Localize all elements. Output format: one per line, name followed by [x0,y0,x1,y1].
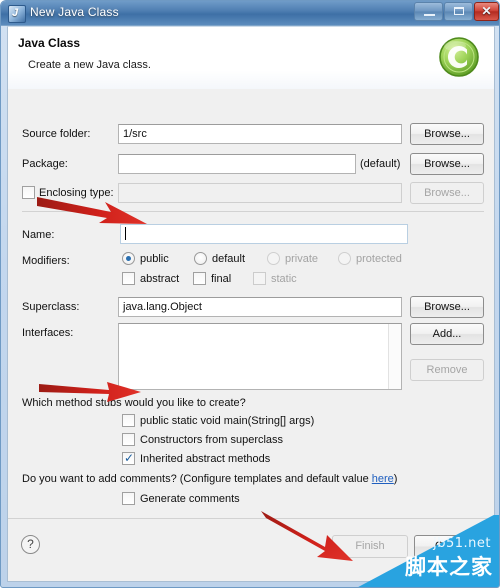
modifier-radio-default[interactable] [194,252,207,265]
name-input[interactable] [120,224,408,244]
dialog-client: Java Class Create a new Java class. Sour… [7,26,495,582]
name-label: Name: [22,229,55,241]
enclosing-type-checkbox[interactable] [22,186,35,199]
interfaces-list[interactable] [118,323,402,390]
stub-checkbox-constructors[interactable] [122,433,135,446]
source-folder-browse-button[interactable]: Browse... [410,123,484,145]
checkmark-icon: ✓ [124,451,135,465]
dialog-window: J New Java Class ✕ Java Class Create a n… [0,0,500,588]
enclosing-type-label: Enclosing type: [39,187,114,199]
minimize-icon [424,14,435,16]
interfaces-remove-button: Remove [410,359,484,381]
stub-label-inherited-abstract: Inherited abstract methods [140,453,271,465]
package-label: Package: [22,158,68,170]
close-button[interactable]: ✕ [474,2,499,21]
radio-selected-dot [126,256,131,261]
modifier-label-protected: protected [356,253,402,265]
modifier-label-static: static [271,273,297,285]
modifier-radio-protected [338,252,351,265]
interfaces-list-scrollbar[interactable] [388,324,401,389]
enclosing-type-browse-button: Browse... [410,182,484,204]
configure-templates-link[interactable]: here [372,473,394,485]
modifier-label-final: final [211,273,232,285]
modifier-label-private: private [285,253,319,265]
package-default-hint: (default) [360,158,401,170]
window-title: New Java Class [30,5,119,19]
generate-comments-checkbox[interactable] [122,492,135,505]
modifier-radio-private [267,252,280,265]
stub-checkbox-inherited-abstract[interactable]: ✓ [122,451,135,465]
superclass-browse-button[interactable]: Browse... [410,296,484,318]
title-bar[interactable]: J New Java Class ✕ [1,1,499,26]
modifier-checkbox-static [253,272,266,285]
maximize-icon [454,7,464,15]
enclosing-type-input [118,183,402,203]
wizard-header: Java Class Create a new Java class. [8,27,494,90]
modifier-checkbox-final[interactable] [193,272,206,285]
minimize-button[interactable] [414,2,443,21]
section-divider-top [22,211,484,212]
page-title: Java Class [18,36,81,50]
stub-checkbox-main-method[interactable] [122,414,135,427]
stub-label-main-method: public static void main(String[] args) [140,415,315,427]
stub-label-constructors: Constructors from superclass [140,434,284,446]
modifiers-label: Modifiers: [22,255,70,267]
modifier-radio-public[interactable] [122,252,135,265]
generate-comments-label: Generate comments [140,493,240,505]
modifier-label-default: default [212,253,246,265]
modifier-label-public: public [140,253,169,265]
package-browse-button[interactable]: Browse... [410,153,484,175]
modifier-label-abstract: abstract [140,273,180,285]
interfaces-add-button[interactable]: Add... [410,323,484,345]
cancel-button[interactable]: Cancel [414,535,490,558]
method-stubs-question: Which method stubs would you like to cre… [22,397,246,409]
comments-question-pre: Do you want to add comments? (Configure … [22,473,372,485]
form-area: Source folder: 1/src Browse... Package: … [8,89,494,521]
comments-question-post: ) [393,473,398,485]
java-class-icon: J [8,5,26,23]
page-description: Create a new Java class. [28,59,151,71]
dialog-button-bar: ? Finish Cancel [8,518,494,581]
help-icon[interactable]: ? [21,535,40,554]
superclass-input[interactable]: java.lang.Object [118,297,402,317]
source-folder-input[interactable]: 1/src [118,124,402,144]
maximize-button[interactable] [444,2,473,21]
interfaces-label: Interfaces: [22,327,74,339]
new-class-green-c-icon [436,34,482,80]
modifier-checkbox-abstract[interactable] [122,272,135,285]
source-folder-label: Source folder: [22,128,91,140]
finish-button: Finish [332,535,408,558]
superclass-label: Superclass: [22,301,80,313]
text-caret [125,227,126,240]
package-input[interactable] [118,154,356,174]
comments-question: Do you want to add comments? (Configure … [22,473,397,485]
